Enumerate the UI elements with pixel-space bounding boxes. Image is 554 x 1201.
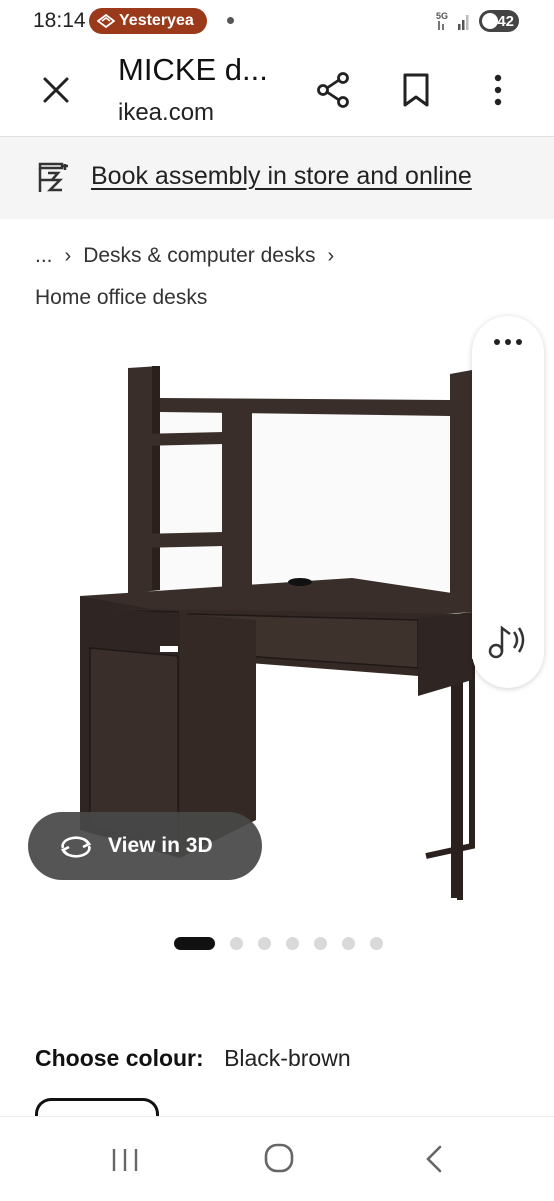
more-horizontal-icon[interactable]: [492, 336, 524, 348]
recent-apps-icon[interactable]: [110, 1147, 140, 1173]
carousel-dot[interactable]: [230, 936, 243, 950]
assembly-tool-icon: [38, 162, 68, 192]
carousel-dot[interactable]: [342, 936, 355, 950]
home-icon[interactable]: [264, 1143, 294, 1173]
battery-icon: 42: [479, 10, 519, 32]
breadcrumb-home-office-desks[interactable]: Home office desks: [35, 286, 207, 310]
back-icon[interactable]: [424, 1145, 444, 1173]
carousel-dot[interactable]: [370, 936, 383, 950]
page-url: ikea.com: [118, 99, 215, 126]
read-aloud-icon[interactable]: [486, 620, 530, 660]
breadcrumb-ellipsis[interactable]: ...: [35, 244, 53, 268]
carousel-dot[interactable]: [258, 936, 271, 950]
battery-level: 42: [497, 12, 514, 30]
page-title: MICKE d...: [118, 52, 268, 87]
view-in-3d-button[interactable]: View in 3D: [28, 812, 262, 880]
signal-icon: 5G: [436, 11, 469, 30]
notification-dot-icon: [227, 17, 234, 24]
choose-colour-label: Choose colour:: [35, 1045, 204, 1071]
notification-app-label: Yesteryea: [119, 12, 194, 29]
chevron-right-icon: ›: [64, 244, 72, 267]
status-bar: 18:14 Yesteryea 5G 42: [0, 0, 554, 44]
bookmark-icon[interactable]: [398, 70, 434, 110]
close-icon[interactable]: [40, 74, 72, 106]
selected-colour-value: Black-brown: [224, 1045, 351, 1071]
network-label: 5G: [436, 11, 448, 21]
podcast-icon: [97, 14, 115, 28]
share-icon[interactable]: [314, 70, 354, 110]
book-assembly-link[interactable]: Book assembly in store and online: [91, 162, 472, 191]
chevron-right-icon: ›: [327, 244, 335, 267]
carousel-dot[interactable]: [314, 936, 327, 950]
carousel-dot[interactable]: [174, 936, 215, 950]
breadcrumb: ... › Desks & computer desks ›: [35, 244, 346, 268]
choose-colour-row: Choose colour: Black-brown: [35, 1045, 351, 1072]
notification-pill[interactable]: Yesteryea: [89, 8, 207, 34]
view-in-3d-label: View in 3D: [108, 834, 213, 857]
status-time: 18:14: [33, 9, 86, 32]
rotate-3d-icon: [60, 836, 92, 858]
assembly-banner: Book assembly in store and online: [0, 137, 554, 219]
image-carousel-indicator: [174, 936, 398, 950]
more-vertical-icon[interactable]: [482, 70, 514, 110]
carousel-dot[interactable]: [286, 936, 299, 950]
system-navigation-bar: [0, 1116, 554, 1201]
floating-action-panel: [472, 316, 544, 688]
custom-tab-toolbar: MICKE d... ikea.com: [0, 44, 554, 137]
breadcrumb-desks[interactable]: Desks & computer desks: [83, 244, 315, 268]
